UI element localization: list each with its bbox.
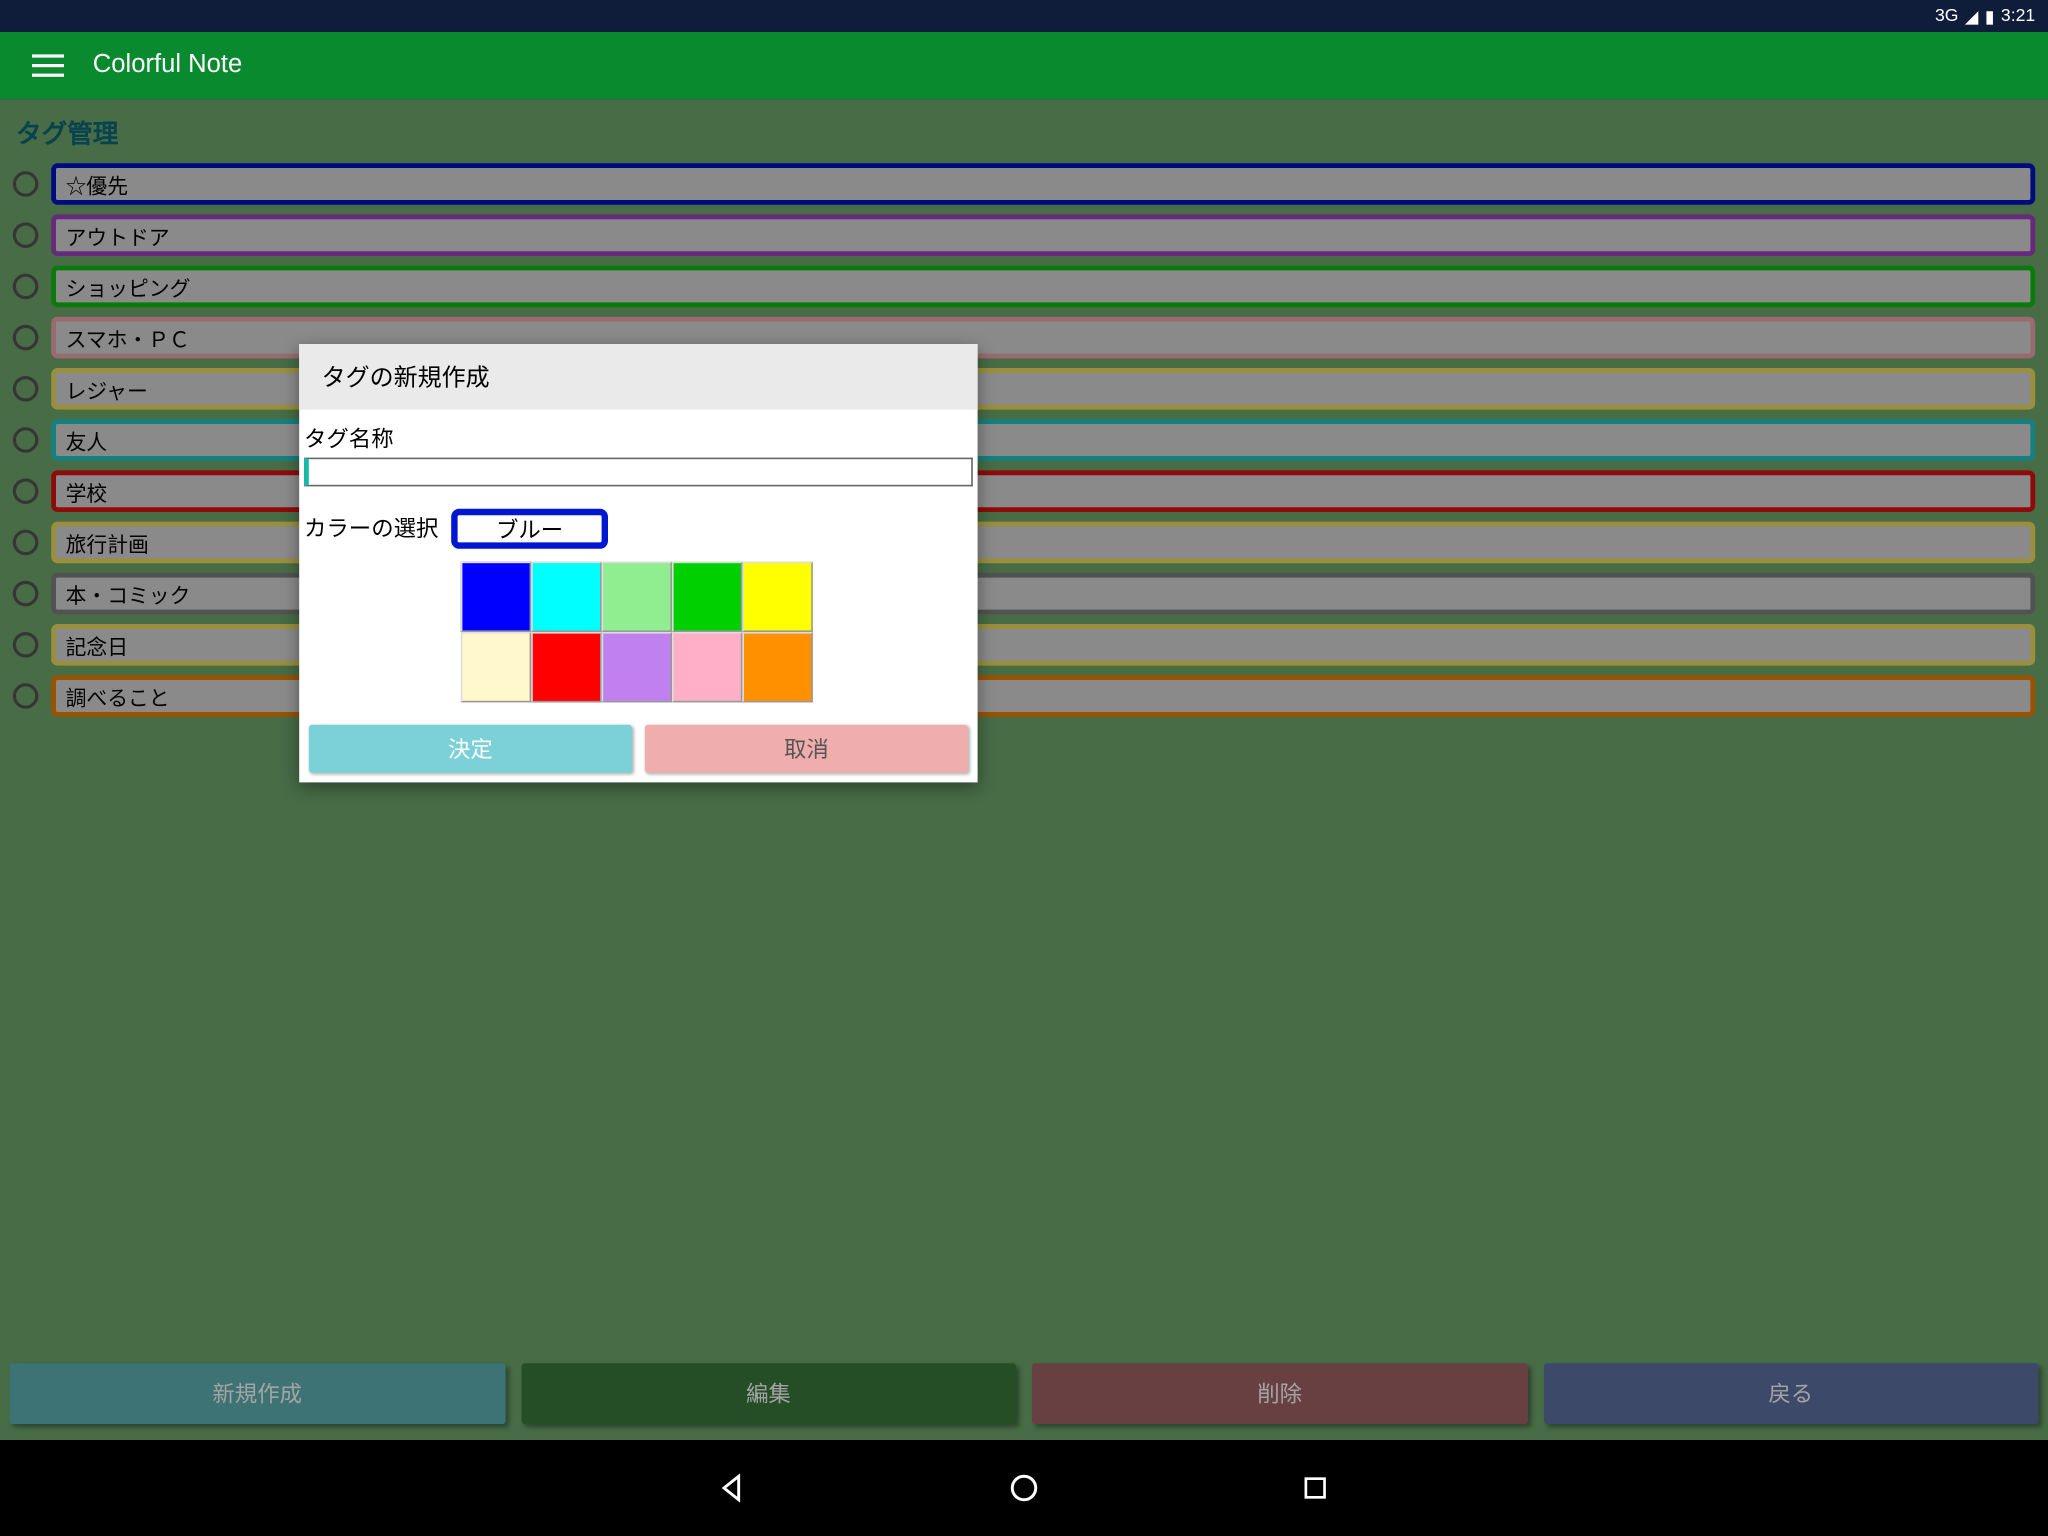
color-swatch[interactable] <box>742 562 812 632</box>
android-status-bar: 3G ◢ ▮ 3:21 <box>0 0 2048 32</box>
menu-icon[interactable] <box>32 54 64 76</box>
color-swatch[interactable] <box>602 632 672 702</box>
color-swatch[interactable] <box>742 632 812 702</box>
cancel-button[interactable]: 取消 <box>645 725 968 773</box>
app-bar: Colorful Note <box>0 32 2048 99</box>
signal-icon: ◢ <box>1965 6 1979 27</box>
tag-name-input[interactable] <box>304 458 973 487</box>
color-swatch-grid <box>461 562 813 703</box>
color-swatch[interactable] <box>531 632 601 702</box>
color-swatch[interactable] <box>531 562 601 632</box>
android-nav-bar <box>0 1440 2048 1536</box>
color-swatch[interactable] <box>602 562 672 632</box>
new-tag-dialog: タグの新規作成 タグ名称 カラーの選択 ブルー 決定 取消 <box>299 344 977 782</box>
color-swatch[interactable] <box>672 562 742 632</box>
dialog-title: タグの新規作成 <box>299 344 977 410</box>
color-swatch[interactable] <box>461 562 531 632</box>
color-swatch[interactable] <box>672 632 742 702</box>
main-content: タグ管理 ☆優先アウトドアショッピングスマホ・ＰＣレジャー友人学校旅行計画本・コ… <box>0 99 2048 1440</box>
nav-recent-icon[interactable] <box>1298 1470 1333 1505</box>
network-indicator: 3G <box>1935 6 1959 25</box>
nav-back-icon[interactable] <box>715 1470 750 1505</box>
color-select[interactable]: ブルー <box>451 509 608 549</box>
tag-name-label: タグ名称 <box>304 422 973 454</box>
app-title: Colorful Note <box>93 51 242 80</box>
color-label: カラーの選択 <box>304 511 438 543</box>
color-swatch[interactable] <box>461 632 531 702</box>
nav-home-icon[interactable] <box>1006 1470 1041 1505</box>
battery-icon: ▮ <box>1985 6 1995 27</box>
ok-button[interactable]: 決定 <box>309 725 632 773</box>
clock: 3:21 <box>2001 6 2035 25</box>
